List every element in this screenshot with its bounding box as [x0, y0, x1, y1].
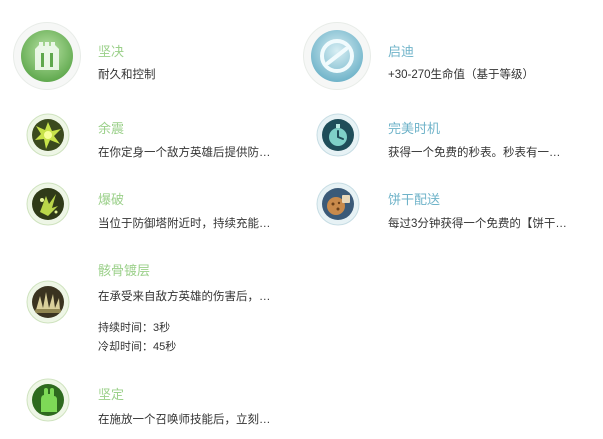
unflinching-icon: [26, 378, 70, 422]
rune-title: 爆破: [98, 192, 125, 207]
rune-desc: 获得一个免费的秒表。秒表有一…: [388, 147, 561, 159]
rune-duration: 持续时间：3秒: [98, 322, 171, 334]
keystone-title: 坚决: [98, 44, 125, 59]
rune-title: 骸骨镀层: [98, 263, 151, 278]
rune-title: 余震: [98, 121, 125, 136]
stopwatch-icon: [316, 113, 360, 157]
keystone-title: 启迪: [388, 44, 415, 59]
cookie-delivery-icon: [316, 182, 360, 226]
bone-plating-icon: [26, 280, 70, 324]
keystone-desc: +30-270生命值（基于等级）: [388, 69, 535, 81]
aftershock-icon: [26, 113, 70, 157]
rune-title: 完美时机: [388, 121, 441, 136]
keystone-desc: 耐久和控制: [98, 69, 156, 81]
demolish-icon: [26, 182, 70, 226]
rune-cooldown: 冷却时间：45秒: [98, 341, 177, 353]
rune-desc: 当位于防御塔附近时，持续充能…: [98, 218, 271, 230]
rune-desc: 每过3分钟获得一个免费的【饼干…: [388, 218, 567, 230]
grasp-tower-icon: [21, 30, 73, 82]
rune-title: 饼干配送: [388, 192, 441, 207]
inspiration-icon: [311, 30, 363, 82]
rune-desc: 在施放一个召唤师技能后，立刻…: [98, 414, 271, 426]
rune-title: 坚定: [98, 387, 125, 402]
rune-desc: 在你定身一个敌方英雄后提供防…: [98, 147, 271, 159]
rune-desc: 在承受来自敌方英雄的伤害后，…: [98, 291, 271, 303]
